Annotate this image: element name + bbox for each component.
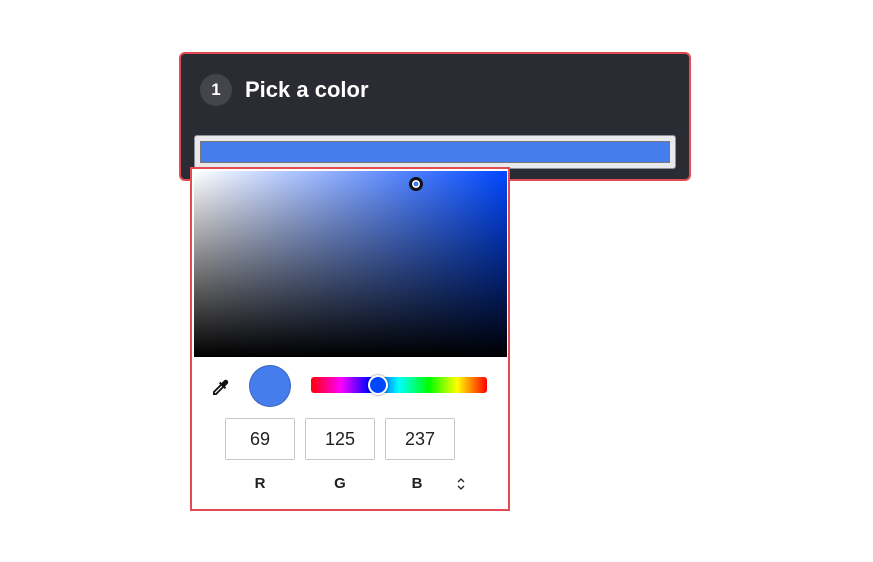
eyedropper-icon[interactable] bbox=[208, 376, 232, 400]
color-input[interactable] bbox=[194, 135, 676, 169]
color-preview-swatch bbox=[249, 365, 291, 407]
color-input-swatch bbox=[200, 141, 670, 163]
red-label: R bbox=[254, 475, 266, 492]
hue-slider[interactable] bbox=[311, 375, 487, 395]
color-step-card: 1 Pick a color bbox=[179, 52, 691, 181]
chevron-up-down-icon[interactable] bbox=[454, 475, 468, 493]
color-picker-popup: R G B bbox=[190, 167, 510, 511]
green-input[interactable] bbox=[305, 418, 375, 460]
step-number-badge: 1 bbox=[200, 74, 232, 106]
blue-input[interactable] bbox=[385, 418, 455, 460]
blue-label: B bbox=[411, 475, 423, 492]
saturation-black-layer bbox=[194, 171, 507, 357]
card-title: Pick a color bbox=[245, 77, 369, 102]
saturation-handle[interactable] bbox=[409, 177, 424, 192]
hue-slider-thumb[interactable] bbox=[367, 375, 388, 395]
saturation-value-area[interactable] bbox=[194, 171, 507, 357]
red-input[interactable] bbox=[225, 418, 295, 460]
green-label: G bbox=[334, 475, 346, 492]
